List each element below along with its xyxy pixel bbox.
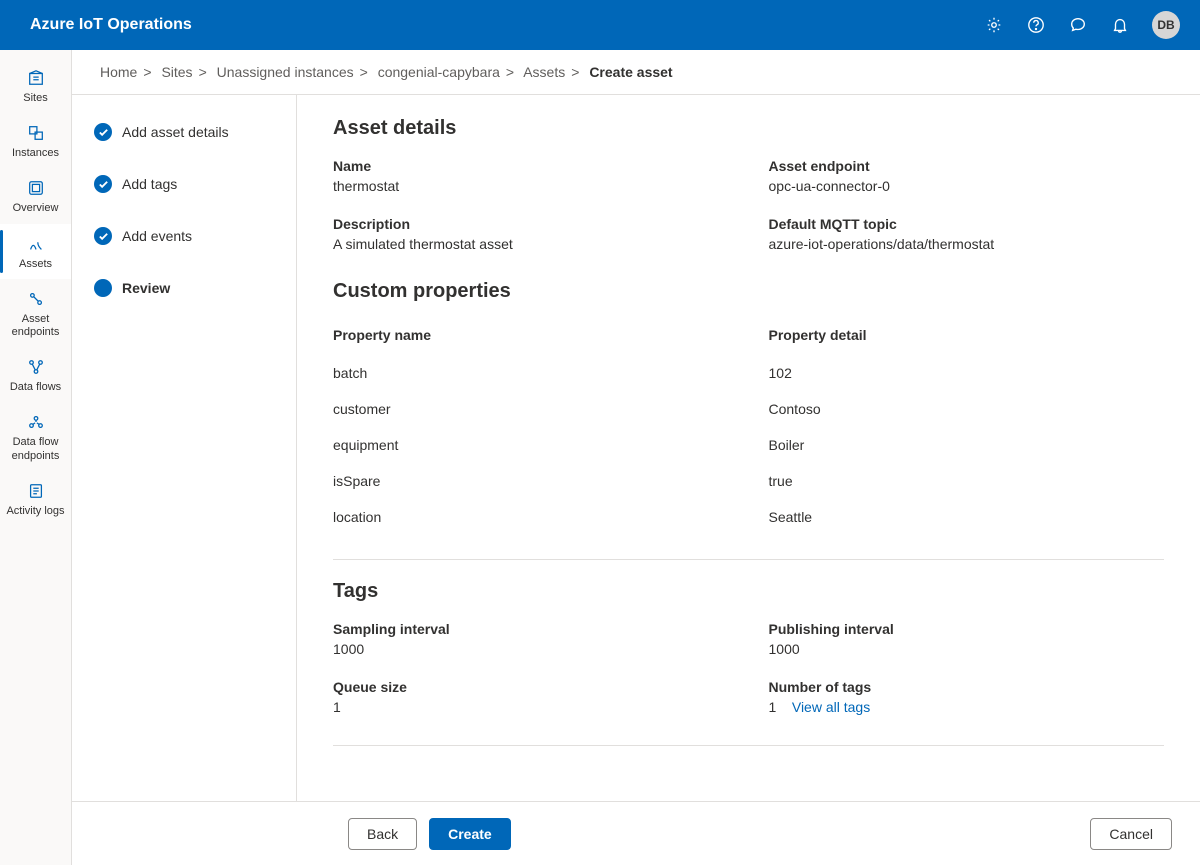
wizard-footer: Back Create Cancel (72, 801, 1200, 865)
field-value-with-link: 1 View all tags (769, 699, 1165, 715)
overview-icon (26, 178, 46, 198)
cancel-button[interactable]: Cancel (1090, 818, 1172, 850)
breadcrumb-link[interactable]: Assets (523, 64, 565, 80)
section-custom-props-title: Custom properties (333, 280, 1164, 303)
tags-count: 1 (769, 699, 777, 715)
field-value: A simulated thermostat asset (333, 236, 729, 252)
header-actions: DB (984, 11, 1180, 39)
view-all-tags-link[interactable]: View all tags (792, 699, 870, 715)
property-row: location Seattle (333, 499, 1164, 535)
nav-data-flow-endpoints[interactable]: Data flow endpoints (0, 402, 71, 470)
field-value: 1000 (333, 641, 729, 657)
property-detail: Boiler (769, 437, 1165, 453)
nav-label: Asset endpoints (4, 313, 67, 339)
step-label: Add tags (122, 176, 177, 192)
nav-label: Activity logs (6, 505, 64, 518)
field-value: opc-ua-connector-0 (769, 178, 1165, 194)
breadcrumb: Home> Sites> Unassigned instances> conge… (72, 50, 1200, 94)
avatar[interactable]: DB (1152, 11, 1180, 39)
field-label: Name (333, 158, 729, 174)
field-value: azure-iot-operations/data/thermostat (769, 236, 1165, 252)
field-value: 1 (333, 699, 729, 715)
nav-instances[interactable]: Instances (0, 113, 71, 168)
left-nav: Sites Instances Overview Assets Asset en… (0, 50, 72, 865)
top-header: Azure IoT Operations DB (0, 0, 1200, 50)
check-icon (94, 123, 112, 141)
check-icon (94, 175, 112, 193)
nav-sites[interactable]: Sites (0, 58, 71, 113)
field-label: Sampling interval (333, 621, 729, 637)
property-row: batch 102 (333, 355, 1164, 391)
property-name: location (333, 509, 729, 525)
check-icon (94, 227, 112, 245)
breadcrumb-link[interactable]: congenial-capybara (378, 64, 500, 80)
field-label: Description (333, 216, 729, 232)
nav-data-flows[interactable]: Data flows (0, 347, 71, 402)
breadcrumb-link[interactable]: Home (100, 64, 137, 80)
step-label: Review (122, 280, 170, 296)
property-row: customer Contoso (333, 391, 1164, 427)
column-header: Property name (333, 327, 729, 343)
section-tags-title: Tags (333, 580, 1164, 603)
nav-asset-endpoints[interactable]: Asset endpoints (0, 279, 71, 347)
breadcrumb-current: Create asset (589, 64, 672, 80)
nav-assets[interactable]: Assets (0, 224, 71, 279)
field-label: Publishing interval (769, 621, 1165, 637)
section-asset-details-title: Asset details (333, 117, 1164, 140)
step-label: Add events (122, 228, 192, 244)
nav-label: Overview (13, 202, 59, 215)
field-label: Default MQTT topic (769, 216, 1165, 232)
asset-endpoints-icon (26, 289, 46, 309)
assets-icon (26, 234, 46, 254)
step-label: Add asset details (122, 124, 229, 140)
property-detail: true (769, 473, 1165, 489)
nav-label: Instances (12, 147, 59, 160)
feedback-icon[interactable] (1068, 15, 1088, 35)
data-flow-endpoints-icon (26, 412, 46, 432)
step-add-events[interactable]: Add events (94, 227, 296, 245)
data-flows-icon (26, 357, 46, 377)
field-value: thermostat (333, 178, 729, 194)
nav-label: Sites (23, 92, 47, 105)
step-add-asset-details[interactable]: Add asset details (94, 123, 296, 141)
instances-icon (26, 123, 46, 143)
field-value: 1000 (769, 641, 1165, 657)
breadcrumb-link[interactable]: Unassigned instances (217, 64, 354, 80)
property-row: equipment Boiler (333, 427, 1164, 463)
column-header: Property detail (769, 327, 1165, 343)
property-name: customer (333, 401, 729, 417)
field-label: Asset endpoint (769, 158, 1165, 174)
property-detail: 102 (769, 365, 1165, 381)
wizard-steps: Add asset details Add tags Add events Re… (72, 95, 297, 801)
nav-activity-logs[interactable]: Activity logs (0, 471, 71, 526)
settings-icon[interactable] (984, 15, 1004, 35)
field-label: Queue size (333, 679, 729, 695)
property-name: equipment (333, 437, 729, 453)
field-label: Number of tags (769, 679, 1165, 695)
back-button[interactable]: Back (348, 818, 417, 850)
nav-label: Data flows (10, 381, 61, 394)
create-button[interactable]: Create (429, 818, 511, 850)
brand-title: Azure IoT Operations (30, 16, 192, 34)
nav-label: Assets (19, 258, 52, 271)
property-detail: Contoso (769, 401, 1165, 417)
step-review[interactable]: Review (94, 279, 296, 297)
activity-logs-icon (26, 481, 46, 501)
help-icon[interactable] (1026, 15, 1046, 35)
nav-overview[interactable]: Overview (0, 168, 71, 223)
property-name: isSpare (333, 473, 729, 489)
review-panel: Asset details Name thermostat Asset endp… (297, 95, 1200, 801)
step-add-tags[interactable]: Add tags (94, 175, 296, 193)
sites-icon (26, 68, 46, 88)
property-name: batch (333, 365, 729, 381)
property-row: isSpare true (333, 463, 1164, 499)
breadcrumb-link[interactable]: Sites (161, 64, 192, 80)
property-detail: Seattle (769, 509, 1165, 525)
current-step-icon (94, 279, 112, 297)
notifications-icon[interactable] (1110, 15, 1130, 35)
nav-label: Data flow endpoints (4, 436, 67, 462)
